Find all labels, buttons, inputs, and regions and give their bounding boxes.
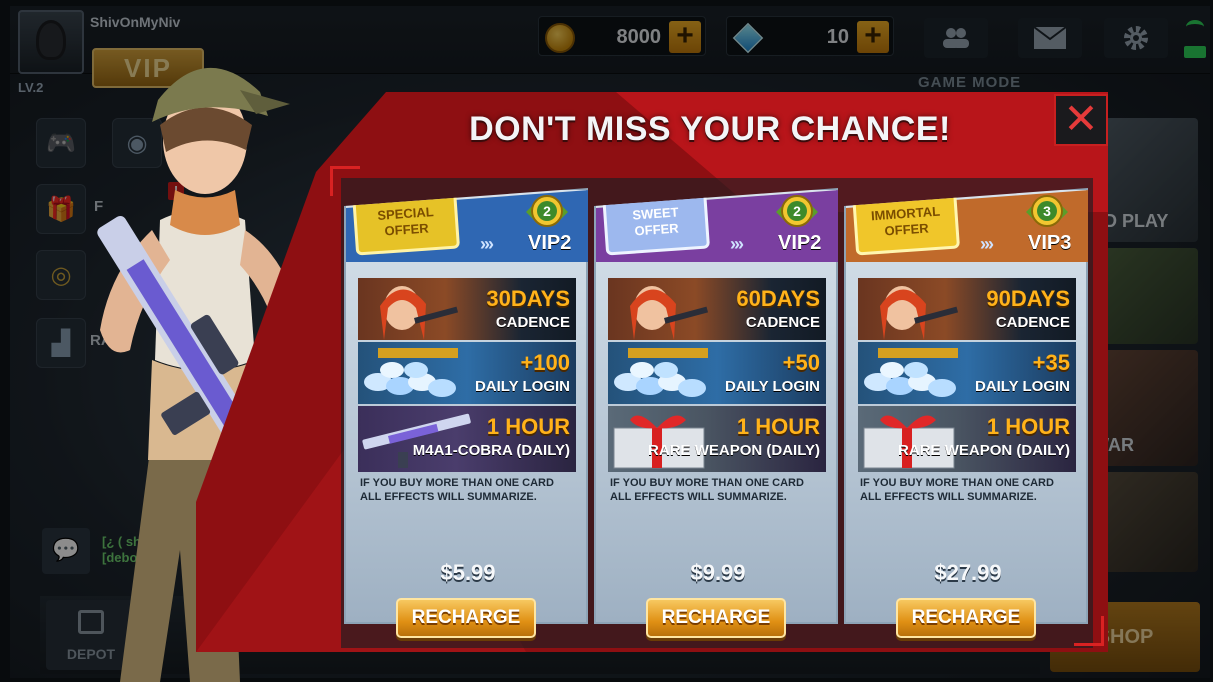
reward-amount: +50 xyxy=(782,350,820,375)
svg-text:2: 2 xyxy=(793,203,801,219)
gift-crate-icon xyxy=(863,415,955,469)
cadence-portrait-icon xyxy=(630,286,708,340)
cadence-portrait-icon xyxy=(880,286,958,340)
reward-row-daily-login: +100 DAILY LOGIN xyxy=(358,342,576,404)
reward-duration: 1 HOUR xyxy=(986,414,1070,439)
reward-name: RARE WEAPON (DAILY) xyxy=(898,442,1070,459)
reward-name: DAILY LOGIN xyxy=(474,378,570,395)
reward-duration: 1 HOUR xyxy=(736,414,820,439)
recharge-button[interactable]: RECHARGE xyxy=(396,598,536,638)
reward-name: CADENCE xyxy=(995,314,1070,331)
reward-row-daily-login: +35 DAILY LOGIN xyxy=(858,342,1076,404)
reward-amount: +35 xyxy=(1032,350,1070,375)
svg-text:2: 2 xyxy=(543,203,551,219)
vip-medal-icon: 3 xyxy=(1026,195,1068,227)
reward-row-weapon: 1 HOUR M4A1-COBRA (DAILY) xyxy=(358,406,576,472)
offer-price: $5.99 xyxy=(440,560,496,585)
offer-note-line: IF YOU BUY MORE THAN ONE CARD xyxy=(610,477,804,489)
offer-price: $27.99 xyxy=(934,560,1002,585)
close-icon[interactable]: ✕ xyxy=(1054,94,1108,146)
svg-text:3: 3 xyxy=(1043,203,1051,219)
reward-name: DAILY LOGIN xyxy=(724,378,820,395)
modal-title: DON'T MISS YOUR CHANCE! xyxy=(469,110,951,148)
offer-card: ››› VIP2 2 SWEET OFFER 60DAYS CADENCE +5… xyxy=(594,188,838,624)
reward-name: CADENCE xyxy=(745,314,820,331)
reward-duration: 90DAYS xyxy=(986,286,1070,311)
reward-duration: 1 HOUR xyxy=(486,414,570,439)
vip-medal-icon: 2 xyxy=(776,195,818,227)
offer-price: $9.99 xyxy=(690,560,746,585)
recharge-button[interactable]: RECHARGE xyxy=(646,598,786,638)
offer-note: IF YOU BUY MORE THAN ONE CARD ALL EFFECT… xyxy=(610,476,830,504)
offer-note: IF YOU BUY MORE THAN ONE CARD ALL EFFECT… xyxy=(360,476,580,504)
offer-card: ››› VIP3 3 IMMORTAL OFFER 90DAYS CADENCE… xyxy=(844,188,1088,624)
recharge-button[interactable]: RECHARGE xyxy=(896,598,1036,638)
reward-amount: +100 xyxy=(520,350,570,375)
reward-duration: 30DAYS xyxy=(486,286,570,311)
reward-row-cadence: 60DAYS CADENCE xyxy=(608,278,826,340)
vip-tier-label: VIP3 xyxy=(1028,232,1072,254)
offer-note-line: ALL EFFECTS WILL SUMMARIZE. xyxy=(360,491,537,503)
reward-duration: 60DAYS xyxy=(736,286,820,311)
reward-row-cadence: 90DAYS CADENCE xyxy=(858,278,1076,340)
diamond-pile-icon xyxy=(364,348,458,397)
rifle-icon xyxy=(362,413,471,468)
arrows-icon: ››› xyxy=(980,234,994,254)
offer-note-line: IF YOU BUY MORE THAN ONE CARD xyxy=(360,477,554,489)
vip-tier-label: VIP2 xyxy=(528,232,572,254)
arrows-icon: ››› xyxy=(480,234,494,254)
diamond-pile-icon xyxy=(614,348,708,397)
vip-tier-label: VIP2 xyxy=(778,232,822,254)
cadence-portrait-icon xyxy=(380,286,458,340)
arrows-icon: ››› xyxy=(730,234,744,254)
offer-note-line: ALL EFFECTS WILL SUMMARIZE. xyxy=(610,491,787,503)
reward-row-weapon: 1 HOUR RARE WEAPON (DAILY) xyxy=(858,406,1076,472)
diamond-pile-icon xyxy=(864,348,958,397)
reward-row-weapon: 1 HOUR RARE WEAPON (DAILY) xyxy=(608,406,826,472)
frame-corner xyxy=(330,166,360,196)
reward-row-cadence: 30DAYS CADENCE xyxy=(358,278,576,340)
reward-name: RARE WEAPON (DAILY) xyxy=(648,442,820,459)
reward-name: M4A1-COBRA (DAILY) xyxy=(412,442,570,459)
offer-note-line: IF YOU BUY MORE THAN ONE CARD xyxy=(860,477,1054,489)
offer-card: ››› VIP2 2 SPECIAL OFFER 30DAYS CADENCE … xyxy=(344,188,588,624)
vip-medal-icon: 2 xyxy=(526,195,568,227)
gift-crate-icon xyxy=(613,415,705,469)
offer-note: IF YOU BUY MORE THAN ONE CARD ALL EFFECT… xyxy=(860,476,1080,504)
reward-row-daily-login: +50 DAILY LOGIN xyxy=(608,342,826,404)
offer-note-line: ALL EFFECTS WILL SUMMARIZE. xyxy=(860,491,1037,503)
reward-name: DAILY LOGIN xyxy=(974,378,1070,395)
reward-name: CADENCE xyxy=(495,314,570,331)
